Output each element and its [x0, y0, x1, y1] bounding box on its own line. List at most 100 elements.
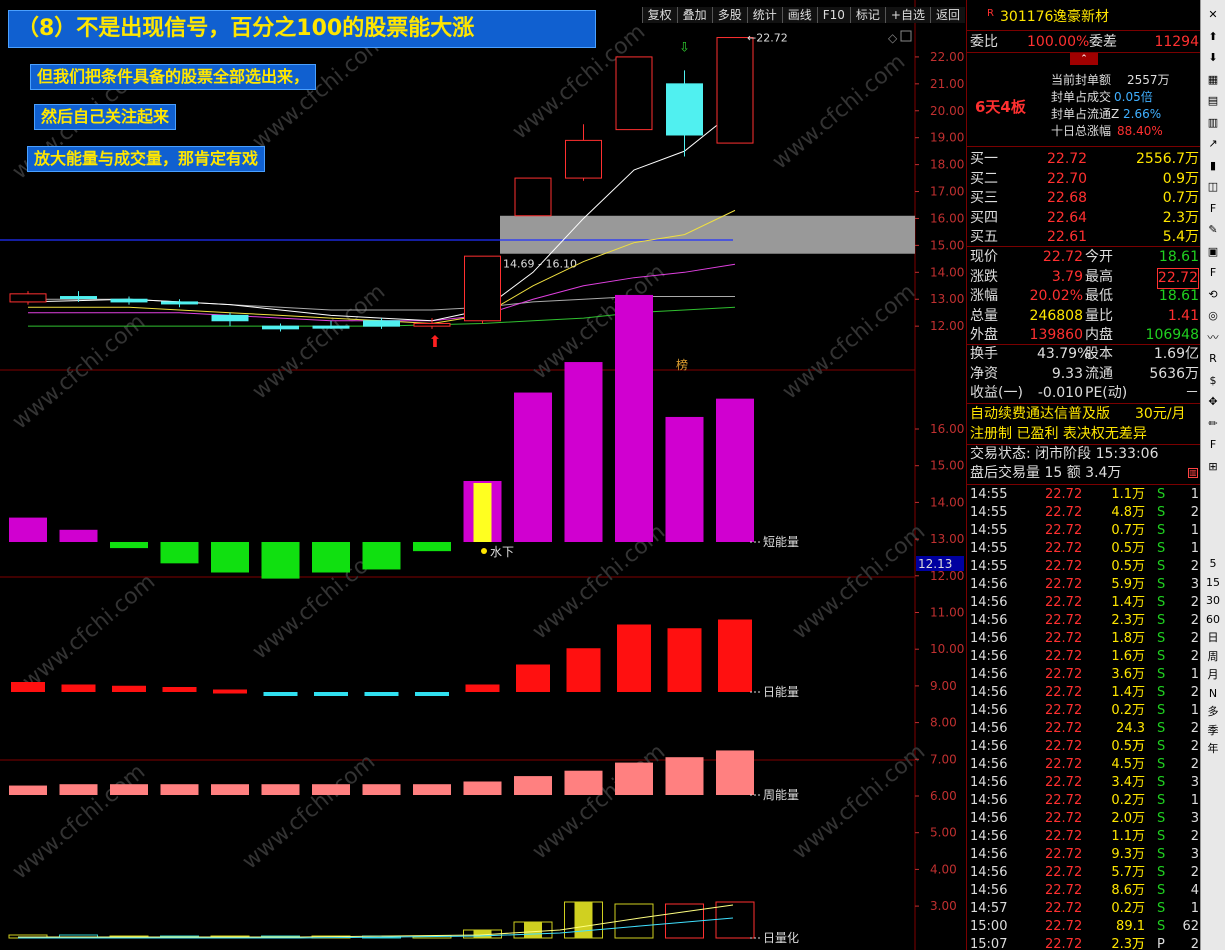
fz-icon[interactable]: F [1203, 264, 1223, 282]
rsi-icon[interactable]: R [1203, 350, 1223, 368]
price-tick-10: 12.00 [930, 319, 964, 333]
day-energy-bar-0 [11, 682, 45, 692]
quote-cell: 3.79 [1051, 268, 1083, 285]
seal-label: 封单占成交 [1051, 90, 1112, 104]
tick-cell: 3 [1190, 811, 1199, 826]
toolbar-btn-2[interactable]: 多股 [711, 7, 747, 23]
bid-row-3[interactable]: 买四 22.64 2.3万 [967, 209, 1201, 228]
weibi-value: 100.00% [1027, 34, 1090, 50]
period-btn-30[interactable]: 30 [1203, 592, 1223, 610]
toolbar-btn-8[interactable]: 返回 [929, 7, 965, 23]
ind-tick-11: 5.00 [930, 826, 957, 840]
tick-cell: 2 [1190, 739, 1199, 754]
trend-icon[interactable]: ↗ [1203, 135, 1223, 153]
period-btn-月[interactable]: 月 [1203, 666, 1223, 684]
tick-cell: 14:56 [970, 739, 1008, 754]
bid-row-4[interactable]: 买五 22.61 5.4万 [967, 228, 1201, 247]
quote-cell: 22.72 [1042, 249, 1083, 265]
toolbar-btn-3[interactable]: 统计 [746, 7, 782, 23]
target-icon[interactable]: ◎ [1203, 307, 1223, 325]
period-btn-季[interactable]: 季 [1203, 722, 1223, 740]
period-btn-日[interactable]: 日 [1203, 629, 1223, 647]
fund-cell: 股本 [1085, 346, 1113, 362]
tick-cell: 2 [1190, 757, 1199, 772]
quote-cell: 最低 [1085, 288, 1113, 304]
grid-icon[interactable]: ▦ [1203, 71, 1223, 89]
tick-cell: 22.72 [1045, 613, 1083, 628]
move-icon[interactable]: ✥ [1203, 393, 1223, 411]
close-icon[interactable]: ✕ [1203, 6, 1223, 24]
promo-text: 自动续费通达信普及版 [970, 406, 1110, 422]
kline-chart-svg[interactable]: www.cfchi.com www.cfchi.com www.cfchi.com w… [0, 0, 965, 950]
down-icon[interactable]: ⬇ [1203, 49, 1223, 67]
watermark-12: www.cfchi.com [8, 759, 150, 884]
dollar-icon[interactable]: $ [1203, 372, 1223, 390]
tick-cell: 1 [1190, 523, 1199, 538]
toolbar-btn-1[interactable]: 叠加 [676, 7, 712, 23]
tick-cell: 5.9万 [1111, 577, 1145, 592]
tick-cell: 0.5万 [1111, 739, 1145, 754]
tick-cell: 14:56 [970, 865, 1008, 880]
resistance-zone [500, 215, 915, 254]
period-btn-周[interactable]: 周 [1203, 648, 1223, 666]
f10-icon[interactable]: F [1203, 200, 1223, 218]
bid-row-2[interactable]: 买三 22.68 0.7万 [967, 189, 1201, 208]
watermark-15: www.cfchi.com [788, 739, 930, 864]
fund-row-0: 换手 43.79% 股本 1.69亿 [967, 345, 1201, 364]
refresh-icon[interactable]: ⟲ [1203, 286, 1223, 304]
expand-button[interactable]: ⌃ [1070, 53, 1098, 65]
stock-code: 301176 [1000, 9, 1054, 25]
tick-row-13: 14:56 22.72 24.3万 S 2 [967, 720, 1201, 754]
kline-chart-area[interactable]: www.cfchi.com www.cfchi.com www.cfchi.com w… [0, 0, 965, 950]
table-icon[interactable]: ▥ [1203, 114, 1223, 132]
box-icon[interactable]: ▣ [1203, 243, 1223, 261]
tick-row-0: 14:55 22.72 1.1万 S 1 [967, 486, 1201, 504]
toolbar-btn-5[interactable]: F10 [816, 7, 850, 23]
price-tick-5: 17.00 [930, 185, 964, 199]
tick-cell: 22.72 [1045, 793, 1083, 808]
after-hours-icon[interactable]: ▥ [1188, 468, 1198, 478]
period-btn-多[interactable]: 多 [1203, 703, 1223, 721]
toolbar-btn-7[interactable]: +自选 [884, 7, 930, 23]
pen-icon[interactable]: ✏ [1203, 415, 1223, 433]
up-icon[interactable]: ⬆ [1203, 28, 1223, 46]
quote-panel: R 301176 逸豪新材 委比 100.00% 委差 11294 ⌃ 当前封单… [966, 0, 1201, 950]
split-icon[interactable]: ◫ [1203, 178, 1223, 196]
period-btn-N[interactable]: N [1203, 685, 1223, 703]
toolbar-btn-4[interactable]: 画线 [781, 7, 817, 23]
layout-icon[interactable]: ⊞ [1203, 458, 1223, 476]
day-energy-bar-8 [415, 692, 449, 696]
wave-icon[interactable]: 〰 [1203, 329, 1223, 347]
bar-icon[interactable]: ▮ [1203, 157, 1223, 175]
period-btn-15[interactable]: 15 [1203, 574, 1223, 592]
tick-cell: 22.72 [1045, 523, 1083, 538]
promo-row[interactable]: 自动续费通达信普及版 30元/月 [967, 405, 1201, 424]
tick-cell: 1 [1190, 487, 1199, 502]
watermark-11: www.cfchi.com [788, 519, 930, 644]
toolbar-btn-0[interactable]: 复权 [641, 7, 677, 23]
period-btn-年[interactable]: 年 [1203, 740, 1223, 758]
edit-icon[interactable]: ✎ [1203, 221, 1223, 239]
tick-row-3: 14:55 22.72 0.5万 S 1 [967, 540, 1201, 558]
tick-row-4: 14:55 22.72 0.5万 S 2 [967, 558, 1201, 576]
list-icon[interactable]: ▤ [1203, 92, 1223, 110]
f5-icon[interactable]: F [1203, 436, 1223, 454]
fund-cell: 净资 [970, 365, 998, 382]
watermark-5: www.cfchi.com [248, 279, 390, 404]
day-energy-bar-12 [617, 624, 651, 692]
tick-cell: 22.72 [1045, 577, 1083, 592]
week-energy-bar-10 [514, 776, 552, 795]
seal-row-3: 十日总涨幅 88.40% [967, 123, 1201, 140]
bid-row-1[interactable]: 买二 22.70 0.9万 [967, 170, 1201, 189]
period-btn-5[interactable]: 5 [1203, 555, 1223, 573]
tick-cell: 22.72 [1045, 829, 1083, 844]
bid-row-0[interactable]: 买一 22.72 2556.7万 [967, 150, 1201, 169]
quote-row-2: 涨幅 20.02% 最低 18.61 [967, 287, 1201, 306]
watermark-14: www.cfchi.com [528, 739, 670, 864]
tick-cell: 14:56 [970, 793, 1008, 808]
quote-cell: 139860 [1029, 327, 1083, 343]
tick-cell: 22.72 [1045, 919, 1083, 934]
toolbar-btn-6[interactable]: 标记 [849, 7, 885, 23]
short-energy-bar-5 [261, 542, 300, 579]
period-btn-60[interactable]: 60 [1203, 611, 1223, 629]
